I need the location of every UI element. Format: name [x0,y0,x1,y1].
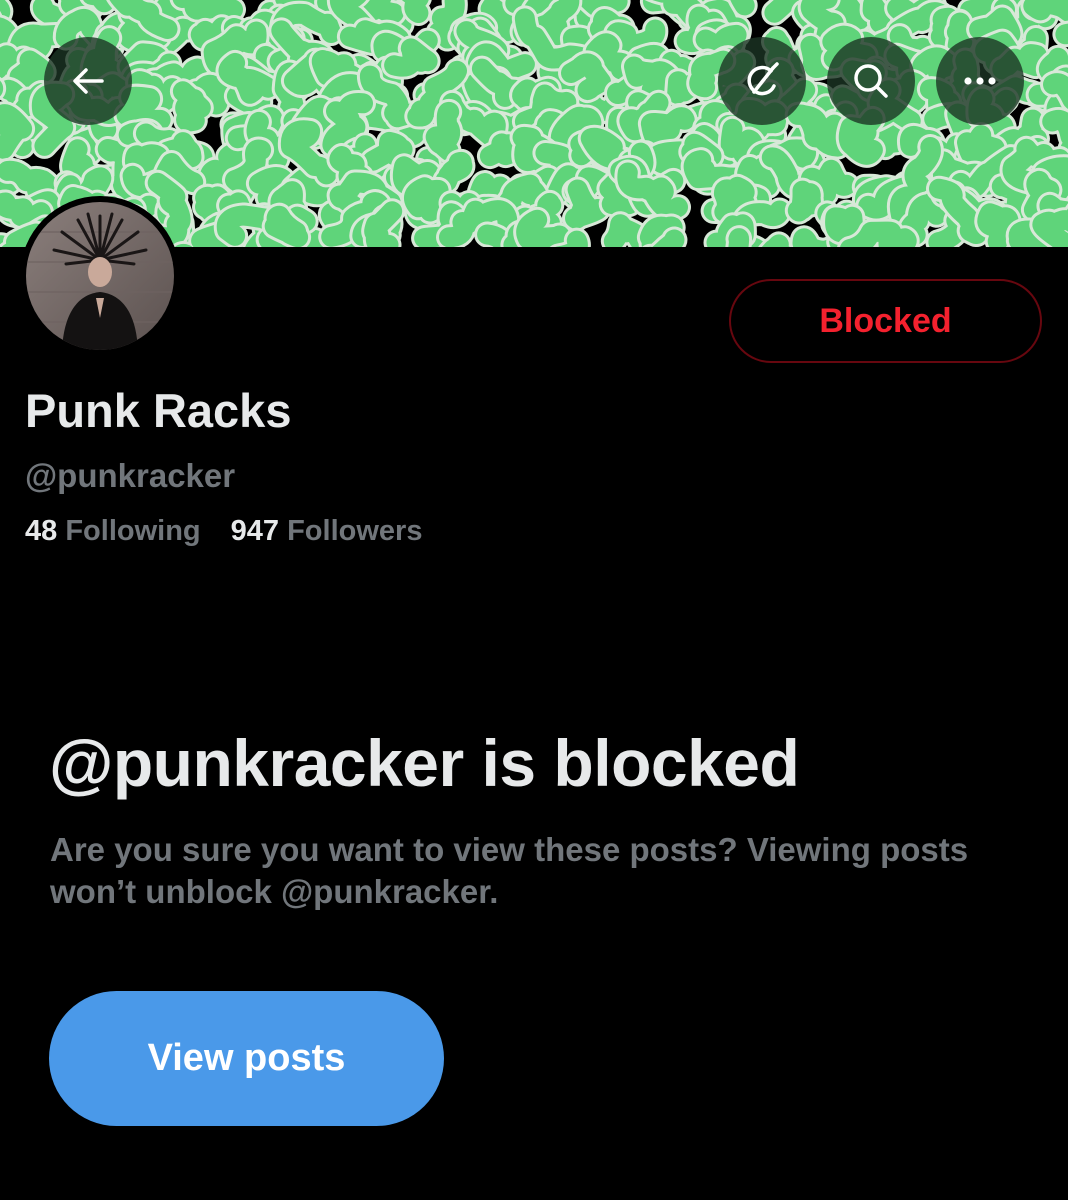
view-posts-button[interactable]: View posts [49,991,444,1126]
more-horizontal-icon [958,59,1002,103]
following-link[interactable]: 48 Following [25,515,201,548]
profile-handle: @punkracker [25,457,236,494]
blocked-button-label: Blocked [819,301,952,340]
following-label: Following [65,515,201,547]
avatar [26,202,174,350]
arrow-left-icon [68,61,108,101]
profile-banner[interactable] [0,0,1068,247]
search-icon [849,59,893,103]
blocked-title: @punkracker is blocked [49,726,800,800]
search-button[interactable] [827,37,915,125]
followers-count: 947 [230,515,288,547]
avatar-border[interactable] [20,196,180,356]
more-button[interactable] [936,37,1024,125]
profile-stats: 48 Following 947 Followers [25,515,452,548]
followers-label: Followers [287,515,423,547]
banner-image [0,0,1068,247]
grok-icon [740,59,784,103]
following-count: 48 [25,515,66,547]
followers-link[interactable]: 947 Followers [231,515,423,548]
blocked-description: Are you sure you want to view these post… [50,831,969,910]
back-button[interactable] [44,37,132,125]
display-name: Punk Racks [25,384,292,437]
blocked-button[interactable]: Blocked [729,279,1042,363]
view-posts-label: View posts [147,1037,346,1079]
grok-button[interactable] [718,37,806,125]
